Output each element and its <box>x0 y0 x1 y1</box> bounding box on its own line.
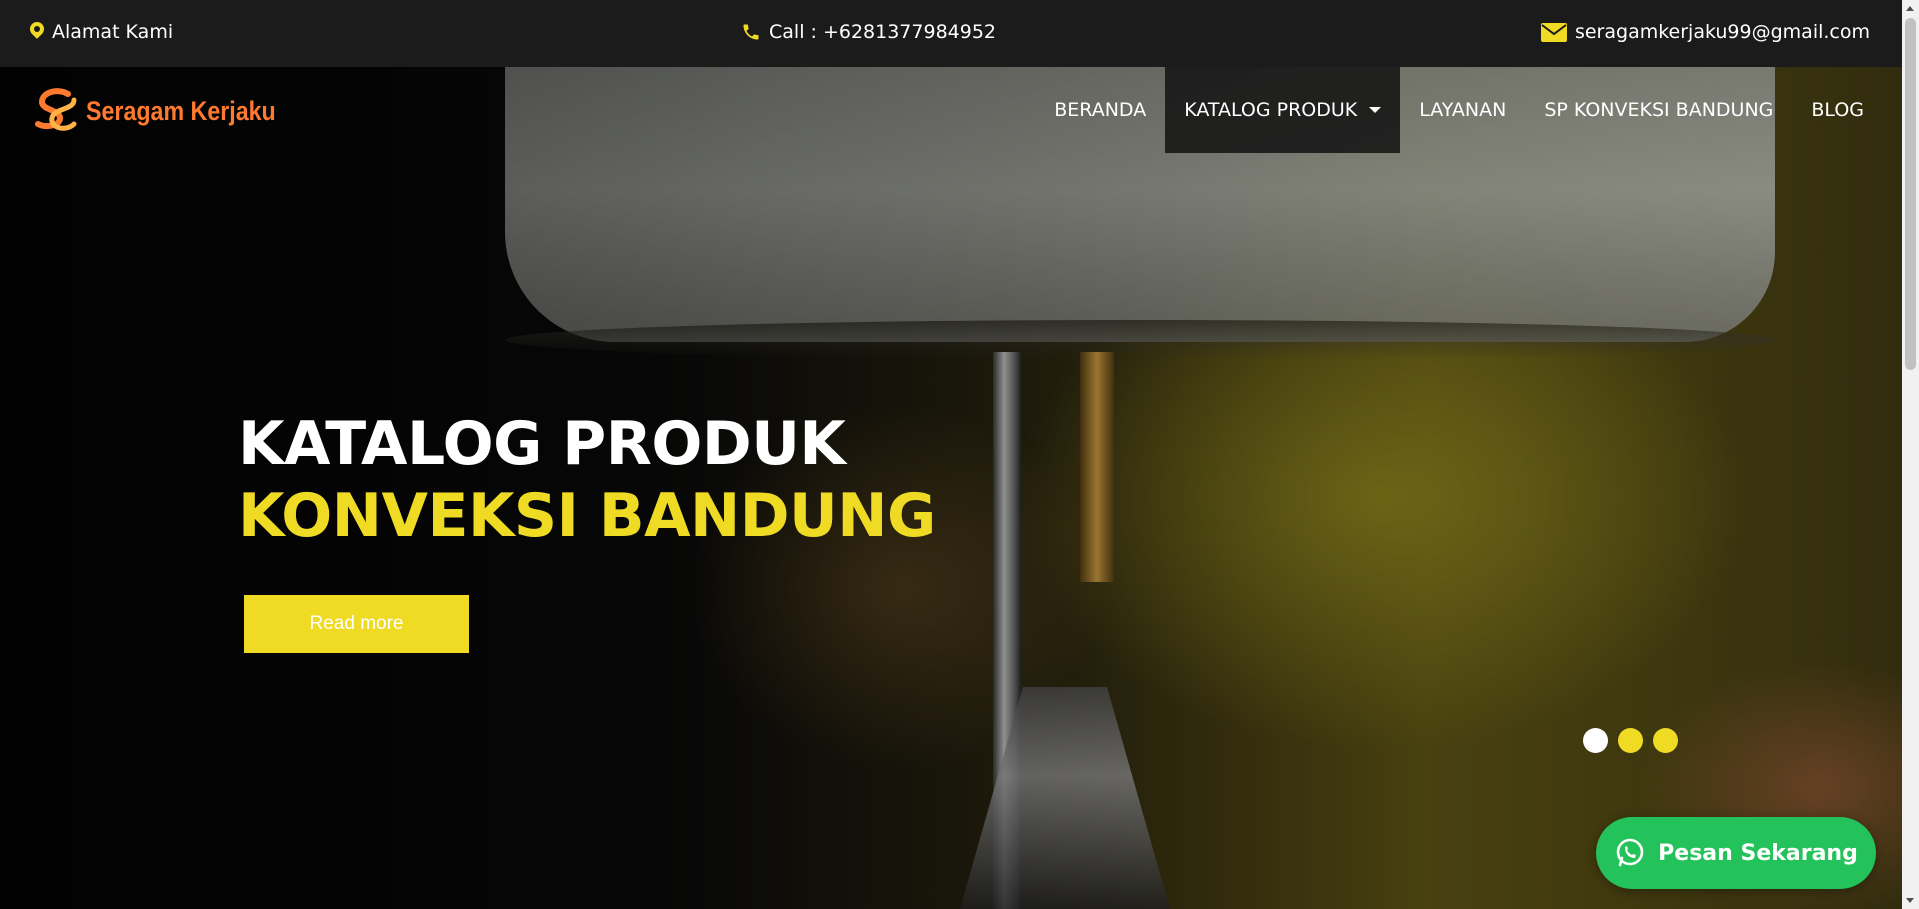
phone-icon <box>743 24 759 40</box>
hero-title: KATALOG PRODUK KONVEKSI BANDUNG <box>238 408 936 552</box>
logo-icon <box>35 88 77 131</box>
hero-title-line2: KONVEKSI BANDUNG <box>238 481 936 551</box>
page-scrollbar[interactable] <box>1902 0 1919 909</box>
nav-item-label: KATALOG PRODUK <box>1184 99 1358 121</box>
nav-item-label: LAYANAN <box>1419 99 1507 121</box>
read-more-button[interactable]: Read more <box>244 595 469 653</box>
scrollbar-thumb[interactable] <box>1905 18 1916 370</box>
slider-dot-1[interactable] <box>1583 728 1608 753</box>
nav-item-beranda[interactable]: BERANDA <box>1035 67 1165 153</box>
call-label: Call : +6281377984952 <box>769 21 997 43</box>
map-pin-icon <box>30 22 44 42</box>
site-logo[interactable]: Seragam Kerjaku <box>30 88 307 134</box>
whatsapp-icon <box>1616 838 1644 867</box>
nav-item-sp-konveksi-bandung[interactable]: SP KONVEKSI BANDUNG <box>1525 67 1792 153</box>
scroll-down-arrow-icon[interactable] <box>1906 898 1914 903</box>
address-label: Alamat Kami <box>52 21 174 43</box>
caret-down-icon <box>1369 107 1382 113</box>
brand-name: Seragam Kerjaku <box>86 95 276 126</box>
slider-dot-3[interactable] <box>1653 728 1678 753</box>
top-contact-bar: Alamat Kami Call : +6281377984952 seraga… <box>0 0 1902 67</box>
whatsapp-button-label: Pesan Sekarang <box>1658 840 1858 866</box>
slider-pagination <box>1583 728 1678 753</box>
email-label: seragamkerjaku99@gmail.com <box>1574 21 1870 43</box>
nav-item-label: SP KONVEKSI BANDUNG <box>1544 99 1774 121</box>
nav-item-blog[interactable]: BLOG <box>1792 67 1883 153</box>
nav-item-katalog-produk[interactable]: KATALOG PRODUK <box>1165 67 1401 153</box>
hero-title-line1: KATALOG PRODUK <box>238 409 846 479</box>
main-nav: BERANDA KATALOG PRODUK LAYANAN SP KONVEK… <box>1035 67 1883 153</box>
envelope-icon <box>1540 22 1567 42</box>
call-link[interactable]: Call : +6281377984952 <box>741 21 996 43</box>
address-link[interactable]: Alamat Kami <box>30 21 173 43</box>
scroll-up-arrow-icon[interactable] <box>1906 6 1914 11</box>
whatsapp-order-button[interactable]: Pesan Sekarang <box>1596 817 1876 889</box>
email-link[interactable]: seragamkerjaku99@gmail.com <box>1540 21 1870 43</box>
nav-item-label: BLOG <box>1811 99 1864 121</box>
nav-item-layanan[interactable]: LAYANAN <box>1400 67 1525 153</box>
nav-item-label: BERANDA <box>1054 99 1147 121</box>
slider-dot-2[interactable] <box>1618 728 1643 753</box>
